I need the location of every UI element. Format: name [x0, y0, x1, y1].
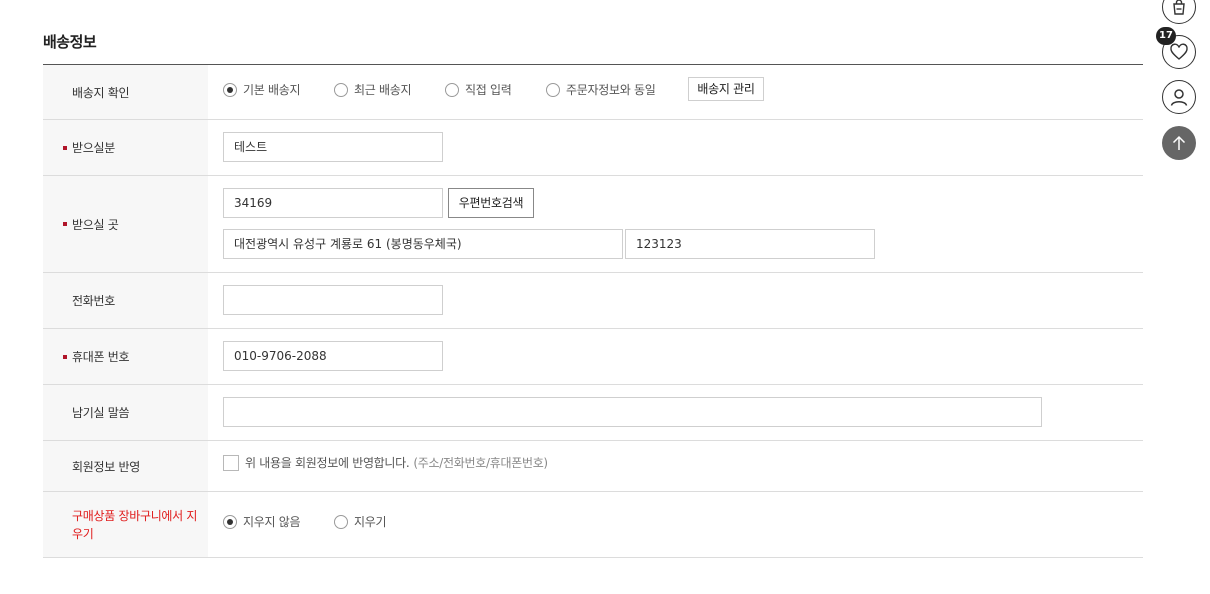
radio-circle[interactable] [223, 514, 237, 529]
required-marker [63, 354, 67, 359]
section-title: 배송정보 [43, 33, 97, 51]
side-top[interactable] [1162, 126, 1198, 162]
radio-circle[interactable] [445, 82, 459, 97]
row-member-update: 회원정보 반영 위 내용을 회원정보에 반영합니다. (주소/전화번호/휴대폰번… [43, 441, 1143, 492]
radio-keep-cart[interactable]: 지우지 않음 [223, 513, 301, 530]
mobile-label: 휴대폰 번호 [72, 350, 130, 364]
cart-delete-label: 구매상품 장바구니에서 지우기 [43, 492, 208, 557]
checkbox-box[interactable] [223, 454, 239, 471]
recipient-label: 받으실분 [72, 141, 115, 155]
zipcode-search-button[interactable]: 우편번호검색 [448, 188, 534, 218]
phone-input[interactable] [223, 285, 443, 315]
row-phone: 전화번호 [43, 273, 1143, 329]
user-icon [1170, 89, 1188, 106]
side-cart[interactable]: 3 [1162, 0, 1198, 26]
cart-button[interactable] [1162, 0, 1196, 24]
row-cart-delete: 구매상품 장바구니에서 지우기 지우지 않음 지우기 [43, 492, 1143, 558]
mypage-button[interactable] [1162, 80, 1196, 114]
radio-circle[interactable] [223, 82, 237, 97]
required-marker [63, 145, 67, 150]
phone-label: 전화번호 [43, 273, 208, 328]
arrow-up-icon [1172, 135, 1186, 150]
row-mobile: 휴대폰 번호 010-9706-2088 [43, 329, 1143, 385]
member-update-checkbox[interactable]: 위 내용을 회원정보에 반영합니다. (주소/전화번호/휴대폰번호) [223, 454, 548, 471]
row-message: 남기실 말씀 [43, 385, 1143, 441]
manage-address-button[interactable]: 배송지 관리 [688, 77, 764, 101]
radio-recent-address[interactable]: 최근 배송지 [334, 81, 412, 98]
row-address-select: 배송지 확인 기본 배송지 최근 배송지 직접 입력 주문자정보와 동일 배송지… [43, 65, 1143, 120]
address-select-label: 배송지 확인 [43, 65, 208, 119]
radio-circle[interactable] [334, 82, 348, 97]
heart-icon [1170, 43, 1188, 60]
radio-delete-cart[interactable]: 지우기 [334, 513, 387, 530]
radio-circle[interactable] [546, 82, 560, 97]
side-wishlist[interactable]: 17 [1156, 27, 1198, 71]
radio-same-as-orderer[interactable]: 주문자정보와 동일 [546, 81, 656, 98]
row-recipient: 받으실분 테스트 [43, 120, 1143, 176]
radio-circle[interactable] [334, 514, 348, 529]
radio-direct-input[interactable]: 직접 입력 [445, 81, 512, 98]
required-marker [63, 222, 67, 226]
address1-input[interactable]: 대전광역시 유성구 계룡로 61 (봉명동우체국) [223, 229, 623, 259]
member-update-label: 회원정보 반영 [43, 441, 208, 491]
scroll-top-button[interactable] [1162, 126, 1196, 160]
radio-default-address[interactable]: 기본 배송지 [223, 81, 301, 98]
message-input[interactable] [223, 397, 1042, 427]
recipient-input[interactable]: 테스트 [223, 132, 443, 162]
row-address: 받으실 곳 34169 우편번호검색 대전광역시 유성구 계룡로 61 (봉명동… [43, 176, 1143, 273]
message-label: 남기실 말씀 [43, 385, 208, 440]
shipping-form: 배송지 확인 기본 배송지 최근 배송지 직접 입력 주문자정보와 동일 배송지… [43, 64, 1143, 558]
wishlist-count-badge: 17 [1156, 27, 1176, 45]
address2-input[interactable]: 123123 [625, 229, 875, 259]
mobile-input[interactable]: 010-9706-2088 [223, 341, 443, 371]
shopping-bag-icon [1173, 0, 1185, 15]
zipcode-input[interactable]: 34169 [223, 188, 443, 218]
side-mypage[interactable] [1162, 80, 1198, 116]
address-label: 받으실 곳 [72, 217, 119, 232]
